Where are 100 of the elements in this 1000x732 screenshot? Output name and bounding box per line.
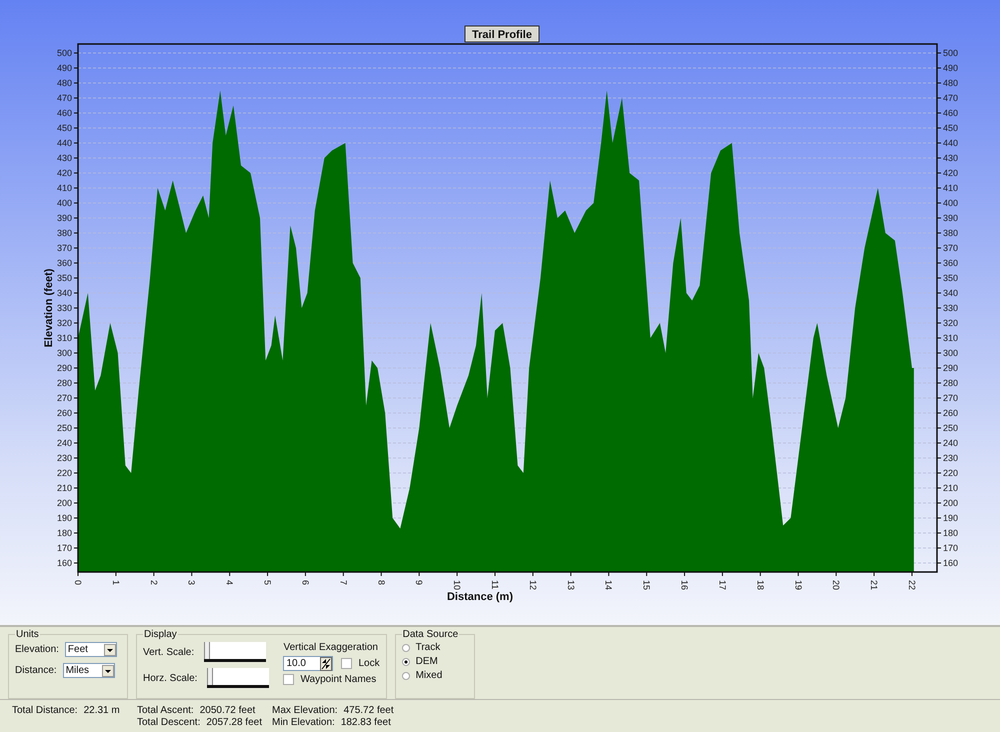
y-tick-label: 170 — [56, 543, 72, 553]
y-tick-label: 230 — [56, 453, 72, 463]
field-label: Vert. Scale: — [143, 646, 194, 658]
y-tick-label: 470 — [943, 93, 958, 103]
field-label: Distance: — [15, 665, 57, 676]
y-tick-label: 280 — [943, 378, 958, 388]
stat-value: 475.72 feet — [344, 705, 394, 716]
caret-icon — [104, 644, 116, 656]
chart-title: Trail Profile — [464, 26, 540, 42]
x-tick-label: 5 — [262, 580, 273, 586]
dropdown[interactable]: Miles — [62, 663, 115, 678]
y-tick-label: 270 — [943, 393, 958, 403]
y-tick-label: 370 — [943, 243, 958, 253]
field-label: Horz. Scale: — [143, 672, 198, 684]
y-tick-label: 180 — [943, 528, 958, 538]
y-tick-label: 500 — [943, 48, 958, 58]
x-tick-label: 21 — [869, 580, 880, 590]
lock-checkbox[interactable]: Lock — [341, 658, 380, 669]
y-tick-label: 270 — [56, 393, 72, 403]
x-tick-label: 15 — [642, 580, 652, 590]
y-tick-label: 450 — [943, 123, 958, 133]
y-tick-label: 330 — [56, 303, 72, 313]
spin-arrows-icon — [320, 656, 332, 670]
y-tick-label: 360 — [943, 258, 958, 268]
y-tick-label: 210 — [56, 483, 72, 493]
y-tick-label: 350 — [56, 273, 72, 283]
y-tick-label: 210 — [943, 483, 958, 493]
y-tick-label: 380 — [56, 228, 72, 238]
x-tick-label: 1 — [110, 580, 121, 586]
y-tick-label: 490 — [943, 63, 958, 73]
y-tick-label: 220 — [943, 468, 958, 478]
y-tick-label: 170 — [943, 543, 958, 553]
stat-value: 182.83 feet — [340, 717, 391, 728]
x-tick-label: 2 — [148, 580, 159, 586]
x-tick-label: 16 — [680, 580, 690, 590]
y-tick-label: 440 — [56, 138, 72, 148]
x-tick-label: 13 — [566, 580, 576, 590]
y-tick-label: 310 — [943, 333, 958, 343]
x-axis-title: Distance (m) — [446, 591, 514, 603]
stat-label: Total Distance: — [12, 705, 78, 716]
stat-label: Min Elevation: — [272, 717, 335, 728]
stat-label: Max Elevation: — [272, 705, 338, 716]
y-tick-label: 230 — [943, 453, 958, 463]
y-tick-label: 410 — [943, 183, 958, 193]
y-tick-label: 160 — [56, 558, 72, 568]
x-tick-label: 18 — [755, 580, 766, 590]
waypoint-names-checkbox[interactable]: Waypoint Names — [283, 674, 380, 685]
radio-option[interactable]: DEM — [402, 656, 468, 667]
y-tick-label: 370 — [56, 243, 72, 253]
x-tick-label: 10 — [452, 580, 462, 590]
x-tick-label: 3 — [186, 580, 197, 586]
y-tick-label: 500 — [56, 48, 72, 58]
y-tick-label: 260 — [56, 408, 72, 418]
x-tick-label: 6 — [300, 580, 310, 586]
spin-field[interactable]: 10.0 — [283, 656, 334, 671]
y-tick-label: 250 — [943, 423, 958, 433]
field-label: Vertical Exaggeration — [283, 642, 379, 653]
y-tick-label: 350 — [943, 273, 958, 283]
y-tick-label: 310 — [56, 333, 72, 343]
radio-option[interactable]: Track — [402, 642, 468, 653]
radio-option[interactable]: Mixed — [402, 670, 468, 681]
y-tick-label: 420 — [56, 168, 72, 178]
y-tick-label: 390 — [56, 213, 72, 223]
stat-value: 2050.72 feet — [200, 705, 256, 716]
y-tick-label: 330 — [943, 303, 958, 313]
y-tick-label: 280 — [56, 378, 72, 388]
dropdown[interactable]: Feet — [64, 642, 117, 657]
field-label: Elevation: — [15, 644, 59, 655]
group-title: Display — [143, 629, 178, 640]
chart-title: Trail Profile — [472, 29, 532, 41]
y-tick-label: 340 — [943, 288, 958, 298]
y-tick-label: 380 — [943, 228, 958, 238]
x-tick-label: 17 — [717, 580, 728, 590]
y-tick-label: 410 — [56, 183, 72, 193]
y-tick-label: 430 — [943, 153, 958, 163]
x-tick-label: 22 — [906, 580, 917, 590]
slider[interactable] — [204, 642, 266, 662]
y-tick-label: 430 — [56, 153, 72, 163]
slider[interactable] — [207, 668, 270, 688]
x-tick-label: 8 — [376, 580, 386, 586]
y-tick-label: 180 — [56, 528, 72, 538]
y-tick-label: 300 — [943, 348, 958, 358]
y-tick-label: 420 — [943, 168, 958, 178]
y-tick-label: 240 — [56, 438, 72, 448]
stat-label: Total Descent: — [137, 717, 200, 728]
stat-label: Total Ascent: — [137, 705, 194, 716]
y-tick-label: 480 — [56, 78, 72, 88]
y-tick-label: 450 — [56, 123, 72, 133]
x-tick-label: 4 — [224, 580, 235, 586]
y-tick-label: 190 — [943, 513, 958, 523]
y-tick-label: 200 — [56, 498, 72, 508]
y-tick-label: 360 — [56, 258, 72, 268]
y-tick-label: 260 — [943, 408, 958, 418]
y-tick-label: 340 — [56, 288, 72, 298]
x-tick-label: 12 — [528, 580, 538, 590]
x-tick-label: 9 — [414, 580, 424, 586]
y-tick-label: 400 — [943, 198, 958, 208]
y-axis-title: Elevation (feet) — [43, 268, 55, 348]
y-tick-label: 220 — [56, 468, 72, 478]
y-tick-label: 300 — [56, 348, 72, 358]
